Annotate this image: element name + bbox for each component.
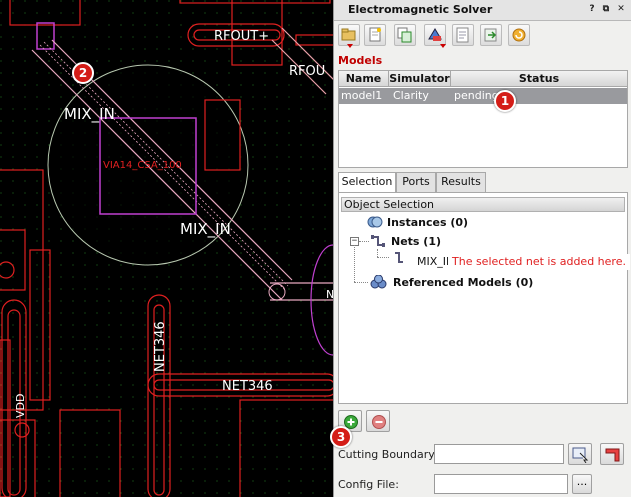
models-section-label: Models bbox=[338, 54, 383, 67]
tree-item-referenced-models[interactable]: Referenced Models (0) bbox=[393, 276, 533, 289]
help-icon[interactable]: ? bbox=[586, 3, 598, 15]
new-document-icon bbox=[369, 27, 381, 42]
model-status-cell: pending bbox=[454, 89, 499, 102]
models-table[interactable]: Name Simulator Status model1 Clarity pen… bbox=[338, 70, 628, 168]
column-header-status[interactable]: Status bbox=[451, 71, 627, 87]
tab-ports[interactable]: Ports bbox=[396, 172, 436, 192]
config-file-input[interactable] bbox=[434, 474, 568, 494]
callout-badge-2: 2 bbox=[72, 62, 94, 84]
cutting-boundary-input[interactable] bbox=[434, 444, 564, 464]
export-button[interactable] bbox=[480, 24, 502, 46]
copy-icon bbox=[397, 27, 412, 43]
label-net346-horizontal: NET346 bbox=[222, 379, 273, 394]
label-net346-vertical: NET346 bbox=[153, 321, 168, 372]
boundary-shape-button[interactable] bbox=[600, 443, 624, 465]
cutting-boundary-label: Cutting Boundary: bbox=[338, 448, 438, 461]
layout-canvas[interactable]: RFOUT+ RFOU MIX_IN MIX_IN VIA14_CSA_100 … bbox=[0, 0, 333, 497]
label-vdd: VDD bbox=[14, 394, 27, 418]
label-edge-n: N bbox=[326, 288, 333, 301]
em-solver-panel: Electromagnetic Solver ? ⧉ ✕ Models Name… bbox=[333, 0, 631, 497]
selection-tab-panel: Object Selection Instances (0) − Nets (1… bbox=[338, 192, 628, 404]
instances-icon bbox=[367, 216, 383, 228]
dropdown-arrow-icon bbox=[347, 44, 353, 48]
column-header-simulator[interactable]: Simulator bbox=[389, 71, 451, 87]
close-icon[interactable]: ✕ bbox=[615, 3, 627, 15]
tab-results[interactable]: Results bbox=[436, 172, 486, 192]
tree-item-nets[interactable]: Nets (1) bbox=[391, 235, 441, 248]
callout-badge-1: 1 bbox=[494, 90, 516, 112]
label-mix-in-bottom: MIX_IN bbox=[180, 220, 231, 239]
label-rfout-plus: RFOUT+ bbox=[214, 29, 269, 44]
panel-titlebar[interactable]: Electromagnetic Solver ? ⧉ ✕ bbox=[334, 0, 631, 21]
tree-item-instances[interactable]: Instances (0) bbox=[387, 216, 468, 229]
boundary-shape-icon bbox=[605, 448, 620, 462]
copy-model-button[interactable] bbox=[394, 24, 416, 46]
label-rfout-cut: RFOU bbox=[289, 64, 325, 79]
column-header-name[interactable]: Name bbox=[339, 71, 389, 87]
report-button[interactable] bbox=[452, 24, 474, 46]
refresh-icon bbox=[512, 28, 526, 42]
select-cursor-icon bbox=[572, 447, 589, 463]
refresh-button[interactable] bbox=[508, 24, 530, 46]
net-item-icon bbox=[395, 252, 403, 263]
float-icon[interactable]: ⧉ bbox=[600, 3, 612, 15]
label-via: VIA14_CSA_100 bbox=[103, 160, 182, 171]
table-row[interactable]: model1 Clarity pending bbox=[339, 88, 627, 104]
folder-icon bbox=[341, 28, 356, 41]
pick-boundary-button[interactable] bbox=[568, 443, 592, 465]
remove-button[interactable] bbox=[366, 410, 390, 432]
model-name-cell: model1 bbox=[341, 89, 383, 102]
net-icon bbox=[371, 235, 385, 247]
layout-drawing: RFOUT+ RFOU MIX_IN MIX_IN VIA14_CSA_100 … bbox=[0, 0, 333, 497]
toolbar bbox=[334, 20, 631, 50]
report-icon bbox=[456, 27, 469, 43]
label-mix-in-top: MIX_IN bbox=[64, 105, 115, 124]
open-model-button[interactable] bbox=[338, 24, 360, 48]
referenced-models-icon bbox=[370, 275, 387, 289]
tab-selection[interactable]: Selection bbox=[338, 172, 396, 193]
minus-circle-icon bbox=[372, 415, 386, 429]
export-icon bbox=[484, 28, 497, 42]
annotation-note: The selected net is added here. bbox=[448, 254, 630, 270]
config-file-label: Config File: bbox=[338, 478, 399, 491]
dropdown-arrow-icon bbox=[440, 44, 446, 48]
browse-config-button[interactable]: ... bbox=[572, 474, 592, 494]
simulate-icon bbox=[428, 28, 442, 41]
object-selection-header: Object Selection bbox=[341, 197, 625, 212]
simulate-button[interactable] bbox=[424, 24, 446, 48]
panel-title: Electromagnetic Solver bbox=[348, 3, 493, 16]
new-model-button[interactable] bbox=[364, 24, 386, 46]
model-simulator-cell: Clarity bbox=[393, 89, 429, 102]
callout-badge-3: 3 bbox=[330, 426, 352, 448]
